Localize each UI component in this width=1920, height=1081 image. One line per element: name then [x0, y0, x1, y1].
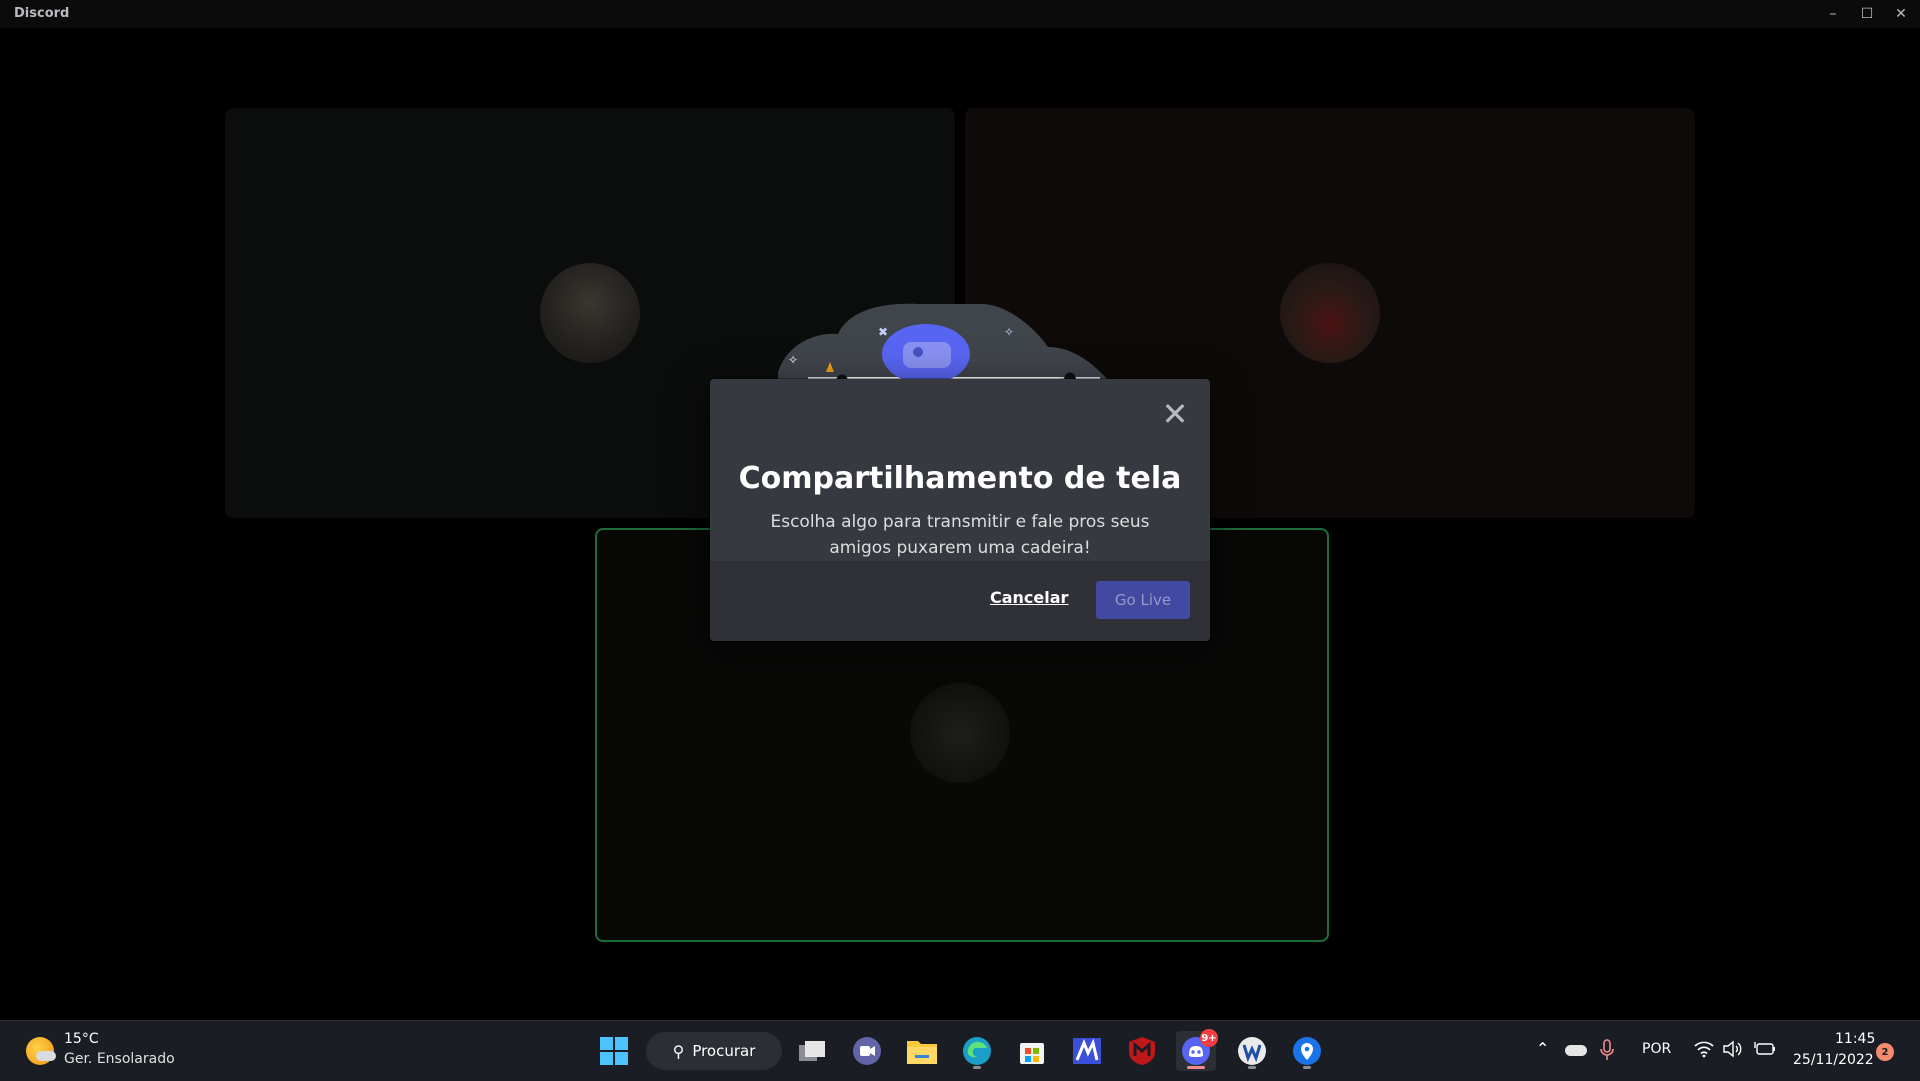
- maximize-icon[interactable]: ☐: [1850, 0, 1884, 28]
- video-chat-icon: [853, 1037, 881, 1065]
- search-icon: ⚲: [672, 1041, 685, 1061]
- go-live-button[interactable]: Go Live: [1096, 581, 1190, 619]
- blue-m-app-button[interactable]: [1067, 1031, 1107, 1071]
- search-label: Procurar: [692, 1042, 756, 1060]
- onedrive-cloud-icon[interactable]: [1565, 1045, 1587, 1056]
- modal-subtitle: Escolha algo para transmitir e fale pros…: [770, 512, 1150, 558]
- screen-share-modal: ✕ Compartilhamento de tela Escolha algo …: [710, 379, 1210, 641]
- avatar: [1280, 263, 1380, 363]
- w-app-button[interactable]: [1232, 1031, 1272, 1071]
- running-indicator: [1248, 1066, 1256, 1069]
- mcafee-button[interactable]: [1122, 1031, 1162, 1071]
- weather-condition: Ger. Ensolarado: [64, 1051, 175, 1067]
- avatar: [540, 263, 640, 363]
- title-bar: Discord – ☐ ✕: [0, 0, 1920, 28]
- edge-icon: [963, 1037, 991, 1065]
- battery-icon[interactable]: [1754, 1041, 1776, 1057]
- modal-title: Compartilhamento de tela: [738, 461, 1182, 496]
- svg-text:✖: ✖: [878, 325, 888, 339]
- task-view-icon: [799, 1041, 825, 1061]
- maps-button[interactable]: [1287, 1031, 1327, 1071]
- volume-icon[interactable]: [1722, 1040, 1742, 1058]
- clock-time[interactable]: 11:45: [1835, 1031, 1875, 1047]
- discord-badge: 9+: [1200, 1029, 1218, 1047]
- svg-text:✧: ✧: [1004, 325, 1014, 339]
- wifi-icon[interactable]: [1694, 1040, 1714, 1058]
- running-indicator: [1303, 1066, 1311, 1069]
- modal-close-icon[interactable]: ✕: [1160, 395, 1190, 433]
- avatar: [910, 683, 1010, 783]
- running-indicator: [973, 1066, 981, 1069]
- window-title: Discord: [14, 6, 70, 21]
- microsoft-store-button[interactable]: [1012, 1031, 1052, 1071]
- minimize-icon[interactable]: –: [1816, 0, 1850, 28]
- weather-temp: 15°C: [64, 1031, 99, 1047]
- task-view-button[interactable]: [792, 1031, 832, 1071]
- file-explorer-button[interactable]: [902, 1031, 942, 1071]
- windows-logo-icon: [600, 1037, 628, 1065]
- weather-widget[interactable]: 15°C Ger. Ensolarado: [0, 1021, 200, 1081]
- microphone-icon[interactable]: [1600, 1039, 1614, 1061]
- cloud-overlay: [36, 1051, 56, 1061]
- folder-icon: [907, 1041, 937, 1064]
- teams-chat-button[interactable]: [847, 1031, 887, 1071]
- clock-date[interactable]: 25/11/2022: [1793, 1052, 1874, 1068]
- svg-text:✧: ✧: [788, 353, 798, 367]
- mcafee-shield-icon: [1129, 1037, 1155, 1065]
- edge-browser-button[interactable]: [957, 1031, 997, 1071]
- store-icon: [1020, 1043, 1044, 1064]
- w-logo-icon: [1238, 1037, 1266, 1065]
- notification-badge[interactable]: 2: [1876, 1043, 1894, 1061]
- start-button[interactable]: [594, 1031, 634, 1071]
- running-indicator: [1187, 1066, 1205, 1069]
- location-pin-icon: [1293, 1037, 1321, 1065]
- m-logo-icon: [1073, 1038, 1101, 1064]
- search-box[interactable]: ⚲ Procurar: [646, 1032, 782, 1070]
- cancel-button[interactable]: Cancelar: [990, 588, 1068, 607]
- taskbar: 15°C Ger. Ensolarado ⚲ Procurar 9+ ⌃ POR…: [0, 1020, 1920, 1081]
- discord-button[interactable]: 9+: [1176, 1029, 1218, 1071]
- language-indicator[interactable]: POR: [1642, 1041, 1671, 1057]
- chevron-up-icon[interactable]: ⌃: [1536, 1039, 1549, 1058]
- close-icon[interactable]: ✕: [1884, 0, 1918, 28]
